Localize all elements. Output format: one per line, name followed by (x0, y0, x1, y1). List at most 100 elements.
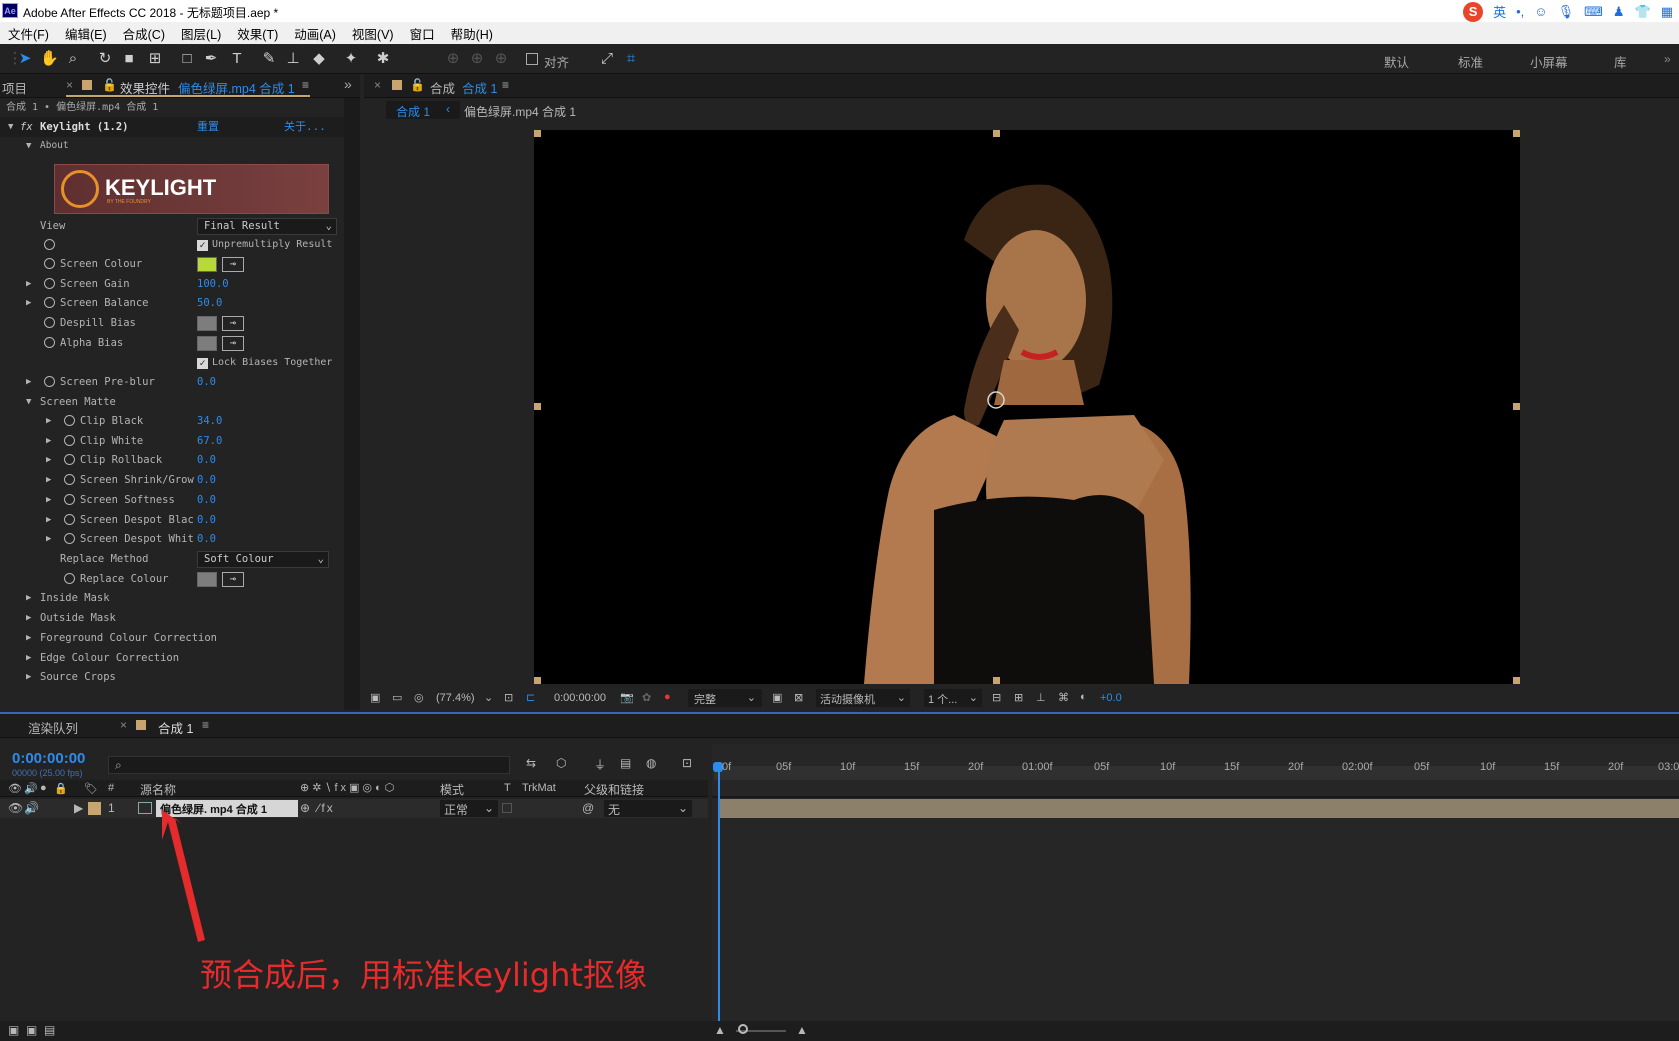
axis-view-icon[interactable]: ⊕ (492, 50, 510, 68)
graph-editor-icon[interactable]: ⊡ (682, 756, 692, 770)
lock-icon[interactable]: 🔒 (54, 782, 68, 795)
transform-handle[interactable] (534, 677, 541, 684)
twirl-icon[interactable]: ▶ (46, 510, 51, 530)
eye-icon[interactable]: 👁 (8, 801, 23, 815)
composition-mini-flowchart-icon[interactable]: ⇆ (526, 756, 536, 770)
stopwatch-icon[interactable] (44, 258, 55, 269)
camera-tool-icon[interactable]: ■ (120, 50, 138, 68)
rotate-tool-icon[interactable]: ↻ (96, 50, 114, 68)
stopwatch-icon[interactable] (44, 376, 55, 387)
comp-tab-name[interactable]: 合成 1 (462, 78, 497, 97)
snap-feature-icon[interactable]: ⌗ (622, 50, 640, 68)
effect-twirl-icon[interactable]: ▼ (8, 117, 13, 137)
eye-icon[interactable]: 👁 (8, 782, 22, 795)
layer-switches[interactable]: ⊕ ∕fx (300, 801, 335, 815)
shy-layers-icon[interactable]: ⏚ (594, 756, 606, 773)
pan-behind-tool-icon[interactable]: ⊞ (146, 50, 164, 68)
stopwatch-icon[interactable] (64, 573, 75, 584)
lock-icon[interactable]: 🔓 (102, 78, 117, 92)
viewer-timecode[interactable]: 0:00:00:00 (554, 692, 606, 704)
view-dropdown[interactable]: Final Result ⌄ (197, 218, 337, 235)
twirl-icon[interactable]: ▶ (26, 608, 31, 628)
snap-option-icon[interactable]: ⤢ (598, 50, 616, 68)
col-trkmat[interactable]: TrkMat (522, 782, 556, 794)
transform-handle[interactable] (1513, 130, 1520, 137)
twirl-icon[interactable]: ▶ (26, 293, 31, 313)
shrink-grow-value[interactable]: 0.0 (197, 470, 216, 490)
pick-whip-icon[interactable]: @ (582, 801, 594, 815)
screen-balance-value[interactable]: 50.0 (197, 293, 222, 313)
playhead[interactable] (718, 766, 720, 1041)
stopwatch-icon[interactable] (64, 533, 75, 544)
col-mode[interactable]: 模式 (440, 781, 464, 798)
menu-animation[interactable]: 动画(A) (286, 24, 344, 43)
panel-menu-icon[interactable]: ≡ (502, 78, 509, 92)
stopwatch-icon[interactable] (44, 337, 55, 348)
menu-file[interactable]: 文件(F) (0, 24, 57, 43)
workspace-small-screen[interactable]: 小屏幕 (1530, 52, 1568, 71)
motion-blur-icon[interactable]: ◍ (646, 756, 656, 770)
transparency-grid-icon[interactable]: ⊠ (794, 691, 803, 704)
eraser-tool-icon[interactable]: ◆ (310, 50, 328, 68)
roto-brush-tool-icon[interactable]: ✦ (342, 50, 360, 68)
clip-rollback-value[interactable]: 0.0 (197, 450, 216, 470)
brush-tool-icon[interactable]: ✎ (260, 50, 278, 68)
inside-mask-group[interactable]: Inside Mask (40, 588, 110, 608)
eyedropper-icon[interactable]: ⊸ (222, 336, 244, 351)
menu-effect[interactable]: 效果(T) (229, 24, 286, 43)
stopwatch-icon[interactable] (64, 415, 75, 426)
parent-dropdown[interactable]: 无 ⌄ (604, 800, 692, 817)
stopwatch-icon[interactable] (64, 514, 75, 525)
menu-view[interactable]: 视图(V) (344, 24, 402, 43)
safe-area-icon[interactable]: ⊏ (526, 691, 535, 704)
solo-icon[interactable]: ● (40, 782, 47, 794)
close-tab-icon[interactable]: × (120, 718, 127, 732)
menu-help[interactable]: 帮助(H) (443, 24, 501, 43)
transform-handle[interactable] (993, 130, 1000, 137)
zoom-tool-icon[interactable]: ⌕ (64, 50, 82, 68)
preserve-transparency-checkbox[interactable] (502, 803, 512, 813)
replace-colour-swatch[interactable] (197, 572, 217, 587)
resolution-dropdown[interactable]: 完整 ⌄ (688, 689, 762, 707)
more-workspaces-icon[interactable]: » (1664, 52, 1671, 66)
selection-tool-icon[interactable]: ➤ (16, 50, 34, 68)
despot-black-value[interactable]: 0.0 (197, 510, 216, 530)
toggle-pixel-icon[interactable]: ⊟ (992, 691, 1001, 704)
audio-icon[interactable]: 🔊 (24, 782, 38, 795)
show-snapshot-icon[interactable]: ✿ (642, 691, 651, 704)
search-input[interactable]: ⌕ (108, 756, 510, 774)
twirl-icon[interactable]: ▶ (26, 648, 31, 668)
despot-white-value[interactable]: 0.0 (197, 529, 216, 549)
render-queue-tab[interactable]: 渲染队列 (28, 718, 78, 737)
twirl-icon[interactable]: ▶ (26, 667, 31, 687)
menu-edit[interactable]: 编辑(E) (57, 24, 115, 43)
views-dropdown[interactable]: 1 个... ⌄ (924, 689, 982, 707)
channels-icon[interactable]: ● (664, 691, 671, 703)
foreground-cc-group[interactable]: Foreground Colour Correction (40, 628, 217, 648)
mode-dropdown[interactable]: 正常 ⌄ (440, 800, 498, 817)
workspace-standard[interactable]: 标准 (1458, 52, 1483, 71)
twirl-icon[interactable]: ▶ (26, 274, 31, 294)
layer-duration-bar[interactable] (720, 799, 1679, 818)
source-crops-group[interactable]: Source Crops (40, 667, 116, 687)
preblur-value[interactable]: 0.0 (197, 372, 216, 392)
clone-stamp-tool-icon[interactable]: ⊥ (284, 50, 302, 68)
ime-lang[interactable]: 英 (1493, 2, 1506, 21)
comp-timeline-tab[interactable]: 合成 1 (158, 718, 193, 737)
alpha-bias-swatch[interactable] (197, 336, 217, 351)
crumb-active[interactable]: 合成 1 ‹ (386, 101, 460, 119)
puppet-tool-icon[interactable]: ✱ (374, 50, 392, 68)
twirl-icon[interactable]: ▶ (46, 470, 51, 490)
audio-icon[interactable]: 🔊 (24, 801, 39, 815)
panel-menu-icon[interactable]: ≡ (302, 78, 309, 92)
menu-layer[interactable]: 图层(L) (173, 24, 229, 43)
about-twirl-icon[interactable]: ▼ (26, 136, 31, 156)
stopwatch-icon[interactable] (44, 317, 55, 328)
transform-handle[interactable] (534, 403, 541, 410)
scrollbar[interactable] (344, 98, 360, 710)
axis-local-icon[interactable]: ⊕ (444, 50, 462, 68)
chevron-down-icon[interactable]: ⌄ (484, 691, 493, 704)
despill-swatch[interactable] (197, 316, 217, 331)
monitor-icon[interactable]: ▭ (392, 691, 402, 704)
project-tab[interactable]: 项目 (2, 78, 27, 97)
